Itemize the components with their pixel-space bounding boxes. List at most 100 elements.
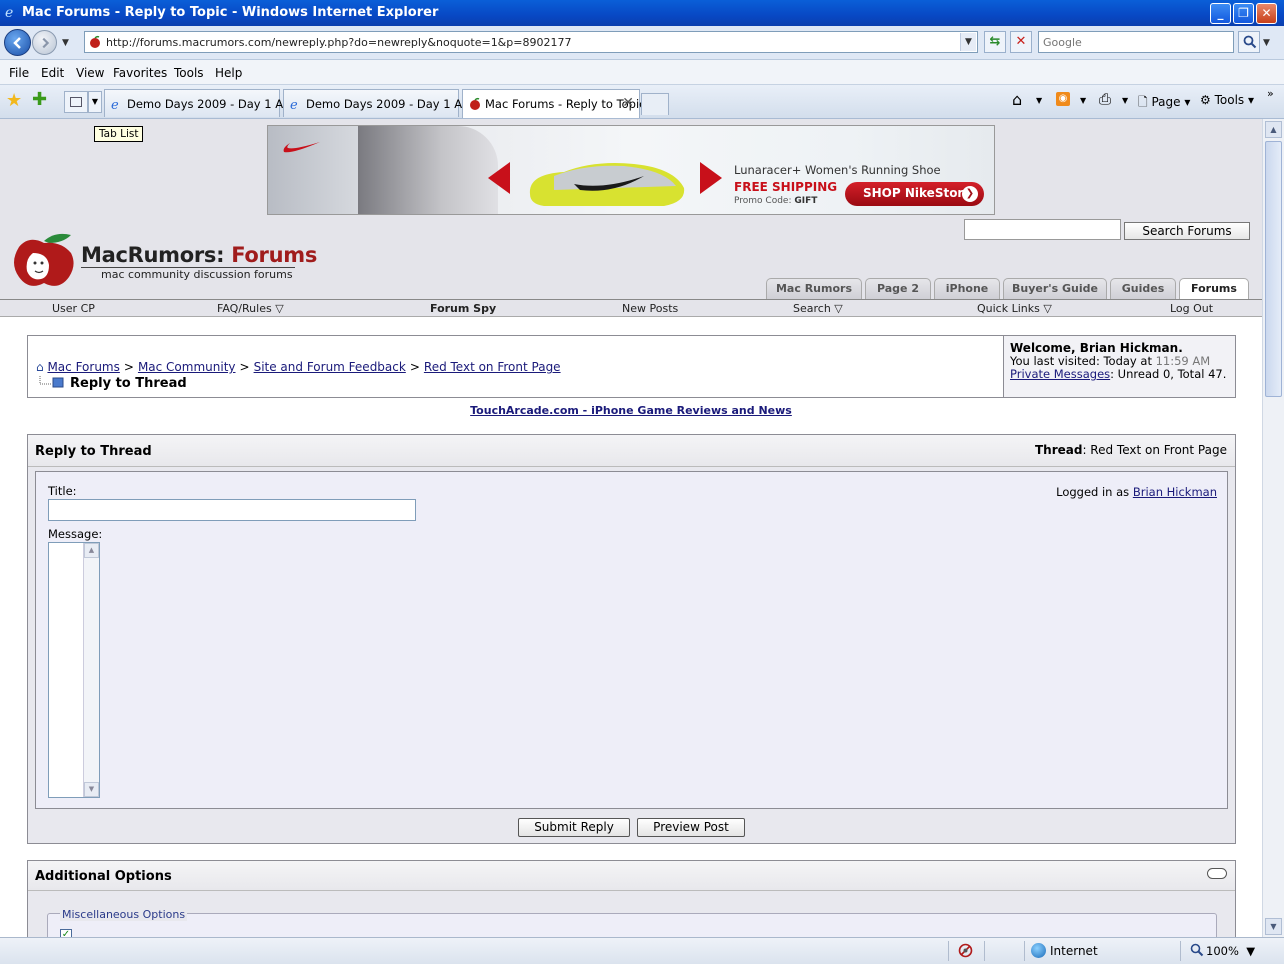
message-label: Message: — [48, 527, 103, 541]
forum-search-input[interactable] — [964, 219, 1121, 240]
maximize-button[interactable]: ❐ — [1233, 3, 1254, 24]
status-divider — [1024, 941, 1025, 961]
subnav-forum-spy[interactable]: Forum Spy — [430, 302, 496, 315]
option-checkbox[interactable]: ✓ — [60, 929, 72, 937]
misc-options-fieldset — [47, 913, 1217, 937]
tab-demo-days-2[interactable]: e Demo Days 2009 - Day 1 Aft... — [283, 89, 481, 117]
refresh-button[interactable]: ⇆ — [984, 31, 1006, 53]
print-button[interactable]: ⎙ — [1099, 90, 1111, 108]
browser-search-box[interactable] — [1038, 31, 1234, 53]
scroll-up-arrow-icon[interactable]: ▲ — [84, 543, 99, 558]
privacy-report-icon[interactable] — [957, 942, 974, 959]
address-dropdown[interactable]: ▼ — [960, 33, 976, 51]
subnav-faq-rules[interactable]: FAQ/Rules ▽ — [217, 302, 284, 315]
menu-help[interactable]: Help — [215, 66, 242, 80]
page-vertical-scrollbar[interactable]: ▲ ▼ — [1262, 119, 1284, 937]
menu-view[interactable]: View — [76, 66, 104, 80]
nav-tab-page-2[interactable]: Page 2 — [865, 278, 931, 299]
home-dropdown[interactable]: ▼ — [1036, 96, 1042, 105]
toucharcade-link[interactable]: TouchArcade.com - iPhone Game Reviews an… — [470, 404, 792, 417]
nike-banner-ad[interactable]: Lunaracer+ Women's Running Shoe FREE SHI… — [267, 125, 995, 215]
breadcrumb-mac-community[interactable]: Mac Community — [138, 360, 236, 374]
private-messages-link[interactable]: Private Messages — [1010, 367, 1110, 381]
ie-page-icon: e — [111, 98, 119, 111]
tab-list-dropdown[interactable]: ▼ — [88, 91, 102, 113]
tab-list-tooltip: Tab List — [94, 126, 144, 142]
pm-stats: : Unread 0, Total 47. — [1110, 367, 1227, 381]
menu-file[interactable]: File — [9, 66, 29, 80]
page-menu-button[interactable]: 🗋 Page ▾ — [1138, 93, 1190, 114]
last-visited-time: 11:59 AM — [1155, 354, 1211, 368]
breadcrumb-site-forum-feedback[interactable]: Site and Forum Feedback — [254, 360, 406, 374]
address-field[interactable]: http://forums.macrumors.com/newreply.php… — [84, 31, 978, 53]
title-label: Title: — [48, 484, 77, 498]
preview-post-button[interactable]: Preview Post — [637, 818, 745, 837]
subnav-log-out[interactable]: Log Out — [1170, 302, 1213, 315]
submit-reply-button[interactable]: Submit Reply — [518, 818, 630, 837]
title-input[interactable] — [48, 499, 416, 521]
search-provider-dropdown[interactable]: ▼ — [1263, 38, 1270, 48]
close-window-button[interactable]: ✕ — [1256, 3, 1277, 24]
tools-menu-button[interactable]: ⚙ Tools ▾ — [1200, 93, 1254, 107]
site-logo-text[interactable]: MacRumors: Forums — [81, 243, 317, 267]
subnav-quick-links[interactable]: Quick Links ▽ — [977, 302, 1052, 315]
stop-button[interactable]: ✕ — [1010, 31, 1032, 53]
subnav-new-posts[interactable]: New Posts — [622, 302, 678, 315]
tab-label: Demo Days 2009 - Day 1 Aft... — [306, 97, 482, 111]
menu-favorites[interactable]: Favorites — [113, 66, 167, 80]
close-icon: ✕ — [1261, 6, 1272, 20]
browser-search-input[interactable] — [1039, 32, 1233, 52]
logged-in-user-link[interactable]: Brian Hickman — [1133, 485, 1217, 499]
shop-nikestore-button[interactable]: SHOP NikeStore ❯ — [845, 182, 984, 206]
minimize-button[interactable]: _ — [1210, 3, 1231, 24]
nav-tab-forums[interactable]: Forums — [1179, 278, 1249, 300]
subnav-search[interactable]: Search ▽ — [793, 302, 843, 315]
breadcrumb-mac-forums[interactable]: Mac Forums — [47, 360, 119, 374]
forward-button[interactable] — [32, 30, 57, 55]
recent-pages-dropdown[interactable]: ▼ — [62, 38, 69, 48]
add-to-favorites-button[interactable]: ✚ — [32, 91, 47, 109]
collapse-toggle-icon[interactable] — [1207, 868, 1227, 879]
browser-search-button[interactable] — [1238, 31, 1260, 53]
search-forums-button[interactable]: Search Forums — [1124, 222, 1250, 240]
window-title: Mac Forums - Reply to Topic - Windows In… — [22, 5, 439, 20]
nav-tab-iphone[interactable]: iPhone — [934, 278, 1000, 299]
quick-tabs-button[interactable] — [64, 91, 88, 113]
search-icon — [1243, 35, 1257, 49]
sponsor-link-row: TouchArcade.com - iPhone Game Reviews an… — [0, 404, 1262, 417]
security-zone-label[interactable]: Internet — [1050, 944, 1098, 958]
zoom-level[interactable]: 100% ▼ — [1206, 944, 1255, 958]
svg-text:e: e — [5, 5, 13, 19]
feeds-button[interactable]: ◉ — [1056, 92, 1070, 106]
next-arrow-icon — [700, 162, 722, 194]
back-arrow-icon — [13, 37, 21, 49]
new-tab-button[interactable] — [641, 93, 669, 115]
nav-tab-buyers-guide[interactable]: Buyer's Guide — [1003, 278, 1107, 299]
maximize-icon: ❐ — [1238, 6, 1249, 20]
message-scrollbar[interactable]: ▲ ▼ — [83, 543, 99, 797]
scroll-down-arrow-icon[interactable]: ▼ — [84, 782, 99, 797]
message-textarea[interactable]: ▲ ▼ — [48, 542, 100, 798]
home-button[interactable]: ⌂ — [1012, 90, 1022, 109]
welcome-panel: Welcome, Brian Hickman. You last visited… — [1003, 336, 1235, 397]
scroll-down-arrow-icon[interactable]: ▼ — [1265, 918, 1282, 935]
breadcrumb-home-icon[interactable]: ⌂ — [36, 360, 44, 374]
close-tab-button[interactable]: ✕ — [622, 95, 634, 111]
breadcrumb-red-text-front-page[interactable]: Red Text on Front Page — [424, 360, 561, 374]
dropdown-triangle-icon: ▽ — [834, 302, 843, 315]
scrollbar-thumb[interactable] — [1265, 141, 1282, 397]
back-button[interactable] — [4, 29, 31, 56]
subnav-user-cp[interactable]: User CP — [52, 302, 95, 315]
toolbar-overflow-chevron-icon[interactable]: » — [1267, 87, 1274, 100]
tab-mac-forums-reply[interactable]: Mac Forums - Reply to Topic ✕ — [462, 89, 646, 118]
nav-tab-mac-rumors[interactable]: Mac Rumors — [766, 278, 862, 299]
tab-demo-days-1[interactable]: e Demo Days 2009 - Day 1 Aft... — [104, 89, 302, 117]
nav-tab-guides[interactable]: Guides — [1110, 278, 1176, 299]
menu-tools[interactable]: Tools — [174, 66, 204, 80]
feeds-dropdown[interactable]: ▼ — [1080, 96, 1086, 105]
scroll-up-arrow-icon[interactable]: ▲ — [1265, 121, 1282, 138]
favorites-center-button[interactable]: ★ — [6, 92, 22, 110]
printer-icon: ⎙ — [1099, 90, 1112, 108]
print-dropdown[interactable]: ▼ — [1122, 96, 1128, 105]
menu-edit[interactable]: Edit — [41, 66, 64, 80]
